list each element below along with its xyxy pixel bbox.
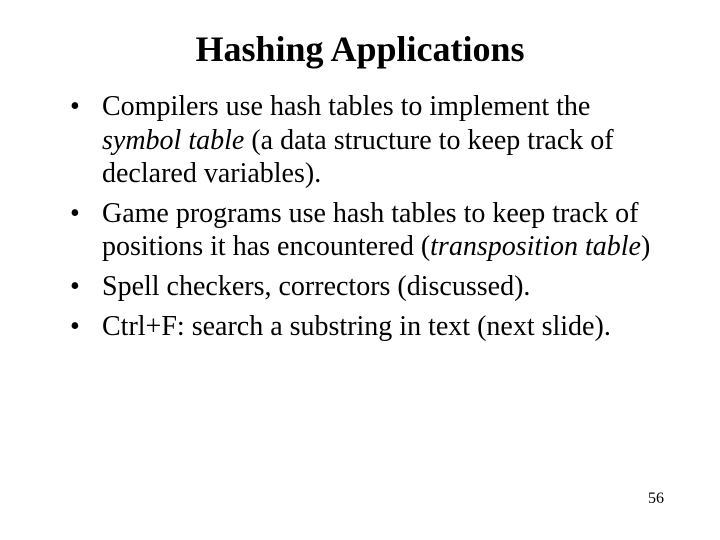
bullet-item: Game programs use hash tables to keep tr… [70, 197, 672, 264]
bullet-item: Ctrl+F: search a substring in text (next… [70, 310, 672, 344]
bullet-text: Spell checkers, correctors (discussed). [102, 271, 530, 302]
bullet-list: Compilers use hash tables to implement t… [70, 90, 672, 343]
bullet-item: Spell checkers, correctors (discussed). [70, 270, 672, 304]
bullet-text: Ctrl+F: search a substring in text (next… [102, 311, 611, 342]
bullet-text: ) [641, 231, 650, 262]
page-number: 56 [648, 490, 664, 508]
slide: Hashing Applications Compilers use hash … [0, 0, 720, 540]
bullet-italic: transposition table [430, 231, 641, 262]
slide-body: Compilers use hash tables to implement t… [0, 90, 720, 343]
bullet-italic: symbol table [102, 125, 244, 156]
bullet-text: Compilers use hash tables to implement t… [102, 91, 590, 122]
bullet-item: Compilers use hash tables to implement t… [70, 90, 672, 191]
slide-title: Hashing Applications [0, 0, 720, 90]
